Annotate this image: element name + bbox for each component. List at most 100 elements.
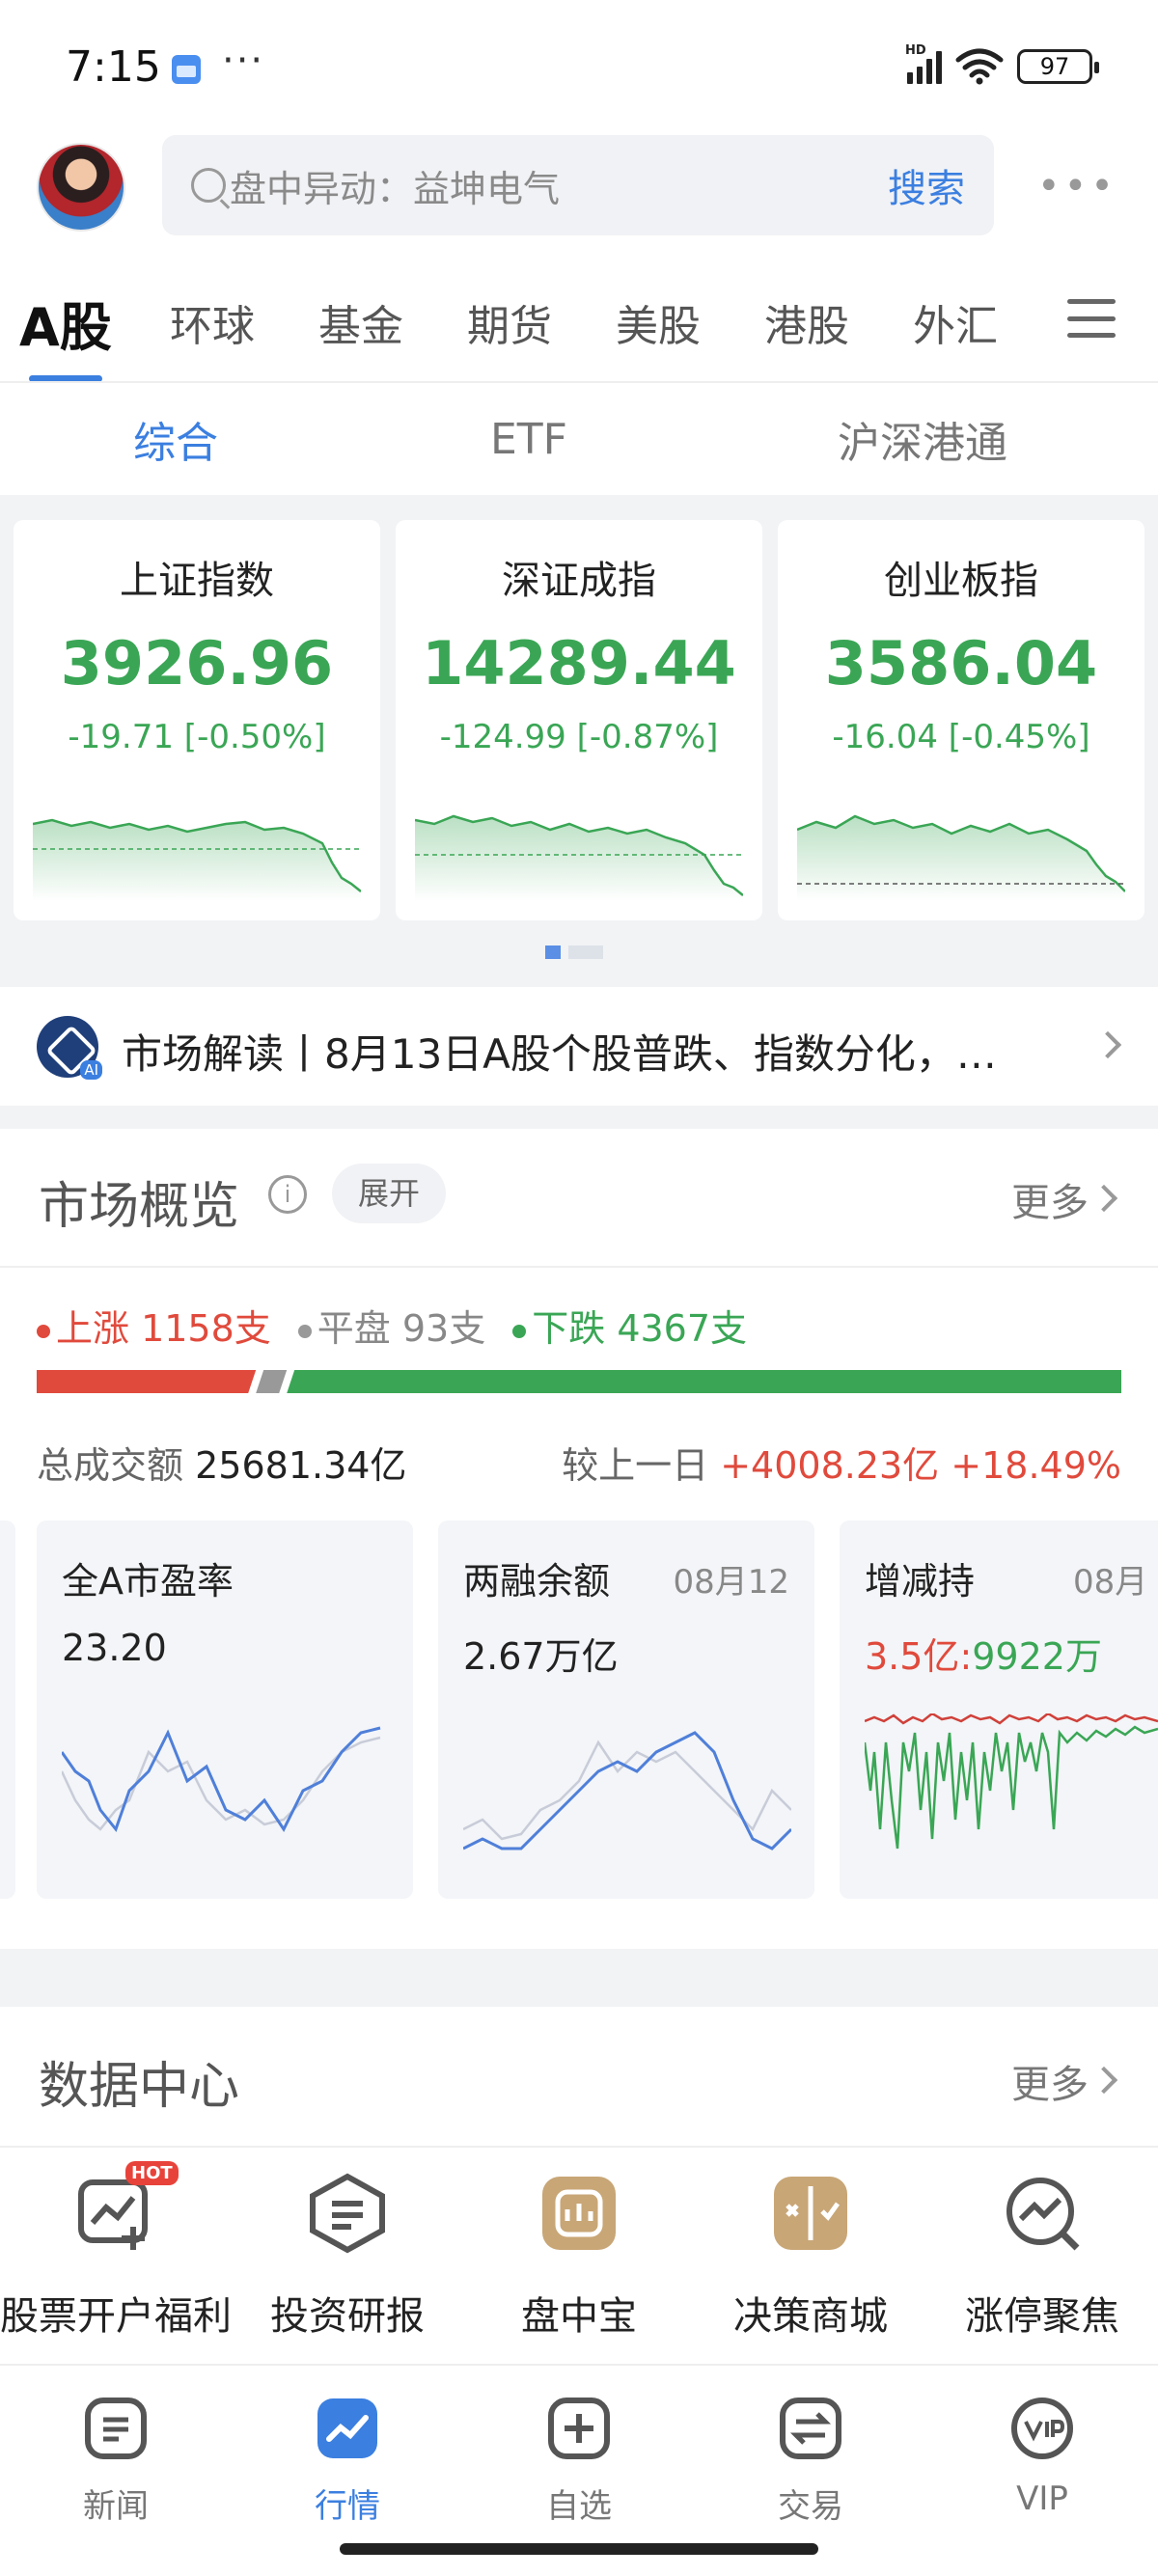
- nav-label: 新闻: [83, 2487, 149, 2526]
- shortcut-limit-up-focus[interactable]: 涨停聚焦: [926, 2173, 1158, 2341]
- index-name: 创业板指: [884, 559, 1038, 603]
- metric-date: 08月: [1073, 1563, 1148, 1602]
- index-sparkline: [33, 818, 361, 901]
- search-placeholder: 盘中异动：益坤电气: [230, 167, 561, 210]
- index-card-chinext[interactable]: 创业板指 3586.04 -16.04 [-0.45%]: [778, 520, 1144, 920]
- pe-trend-chart: [62, 1726, 381, 1833]
- metric-card-partial: [0, 1521, 15, 1899]
- tab-futures[interactable]: 期货: [467, 291, 552, 353]
- more-link[interactable]: 更多: [1011, 2053, 1089, 2109]
- status-time: 7:15: [66, 42, 161, 92]
- decliners-count: 下跌 4367支: [512, 1299, 747, 1352]
- chevron-right-icon: [1089, 1184, 1118, 1213]
- limit-up-icon: [1006, 2178, 1080, 2251]
- breadth-bar-up: [37, 1370, 257, 1393]
- turnover-value: 25681.34亿: [195, 1444, 407, 1487]
- expand-button[interactable]: 展开: [332, 1164, 446, 1223]
- market-overview: 市场概览 i 展开 更多 上涨 1158支 平盘 93支 下跌 4367支 总成…: [0, 1129, 1158, 1949]
- metric-title: 两融余额: [463, 1560, 611, 1603]
- tab-us-stocks[interactable]: 美股: [616, 291, 701, 353]
- wifi-icon: [955, 48, 1004, 85]
- index-sparkline: [797, 814, 1125, 901]
- breadth-bar: [37, 1370, 1121, 1393]
- shortcut-label: 投资研报: [270, 2294, 425, 2339]
- index-name: 深证成指: [502, 559, 656, 603]
- sub-tabs: 综合 ETF 沪深港通: [0, 381, 1158, 495]
- shortcut-label: 股票开户福利: [0, 2294, 232, 2339]
- shortcut-research-reports[interactable]: 投资研报: [232, 2173, 463, 2341]
- index-cards: 上证指数 3926.96 -19.71 [-0.50%] 深证成指 14289.…: [0, 495, 1158, 987]
- compare-value: +4008.23亿 +18.49%: [720, 1444, 1121, 1487]
- shortcut-label: 决策商城: [733, 2294, 888, 2339]
- tab-hk-stocks[interactable]: 港股: [764, 291, 849, 353]
- nav-label: 自选: [546, 2487, 612, 2526]
- more-options-icon[interactable]: •••: [1037, 164, 1117, 208]
- nav-news[interactable]: 新闻: [0, 2366, 232, 2576]
- index-name: 上证指数: [120, 559, 274, 603]
- status-indicators: HD 97: [905, 43, 1099, 85]
- vip-icon: [1011, 2398, 1073, 2459]
- index-value: 3586.04: [824, 628, 1098, 699]
- metric-value: 3.5亿:9922万: [865, 1635, 1102, 1678]
- treasure-icon: [542, 2177, 616, 2250]
- tab-global[interactable]: 环球: [170, 291, 255, 353]
- holdings-trend-chart: [865, 1713, 1158, 1850]
- divider: [0, 2146, 1158, 2148]
- market-tabs: A股 环球 基金 期货 美股 港股 外汇: [0, 270, 1158, 382]
- index-value: 3926.96: [60, 628, 334, 699]
- hd-indicator: HD: [905, 43, 926, 58]
- metric-title: 增减持: [865, 1560, 976, 1603]
- data-center: 数据中心 更多 HOT 股票开户福利 投资研报 盘中宝 决策商城 涨停聚焦: [0, 2007, 1158, 2364]
- market-breadth: 上涨 1158支 平盘 93支 下跌 4367支: [37, 1299, 747, 1352]
- carousel-pager: [545, 945, 603, 959]
- nav-label: VIP: [1016, 2480, 1068, 2518]
- status-more-icon: ···: [222, 39, 265, 83]
- shortcut-account-benefits[interactable]: HOT 股票开户福利: [0, 2161, 232, 2341]
- subtab-etf[interactable]: ETF: [490, 415, 567, 464]
- battery-icon: 97: [1017, 49, 1099, 84]
- market-icon: [317, 2398, 377, 2458]
- search-icon: [191, 168, 226, 203]
- shortcut-decision-mall[interactable]: 决策商城: [695, 2173, 926, 2341]
- subtab-connect[interactable]: 沪深港通: [838, 408, 1007, 470]
- shortcut-label: 盘中宝: [521, 2294, 637, 2339]
- search-button[interactable]: 搜索: [888, 157, 994, 213]
- index-change: -16.04 [-0.45%]: [832, 718, 1090, 756]
- tab-funds[interactable]: 基金: [318, 291, 403, 353]
- metric-value: 23.20: [62, 1627, 167, 1669]
- search-bar[interactable]: 盘中异动：益坤电气 搜索: [162, 135, 994, 235]
- chevron-right-icon: [1093, 1030, 1122, 1059]
- shortcut-intraday-treasure[interactable]: 盘中宝: [463, 2173, 695, 2341]
- trade-icon: [780, 2398, 841, 2459]
- nav-vip[interactable]: VIP: [926, 2366, 1158, 2576]
- menu-icon[interactable]: [1067, 299, 1116, 338]
- turnover: 总成交额 25681.34亿: [37, 1444, 407, 1487]
- tab-forex[interactable]: 外汇: [913, 291, 998, 353]
- decision-icon: [774, 2177, 847, 2250]
- metric-card-margin[interactable]: 两融余额 08月12 2.67万亿: [438, 1521, 814, 1899]
- breadth-bar-down: [287, 1370, 1121, 1393]
- news-headline: 市场解读丨8月13日A股个股普跌、指数分化，…: [122, 1030, 997, 1078]
- info-icon[interactable]: i: [268, 1175, 307, 1214]
- nav-label: 交易: [778, 2487, 843, 2526]
- subtab-overview[interactable]: 综合: [133, 408, 218, 470]
- index-value: 14289.44: [422, 628, 736, 699]
- app-header: 盘中异动：益坤电气 搜索 ••• A股 环球 基金 期货 美股 港股 外汇: [0, 135, 1158, 382]
- divider: [0, 1266, 1158, 1268]
- metric-card-pe[interactable]: 全A市盈率 23.20: [37, 1521, 413, 1899]
- index-card-shenzhen[interactable]: 深证成指 14289.44 -124.99 [-0.87%]: [396, 520, 762, 920]
- unchanged-count: 平盘 93支: [297, 1299, 485, 1352]
- market-news-banner[interactable]: 市场解读丨8月13日A股个股普跌、指数分化，…: [0, 987, 1158, 1106]
- home-indicator: [340, 2543, 818, 2555]
- index-card-shanghai[interactable]: 上证指数 3926.96 -19.71 [-0.50%]: [14, 520, 380, 920]
- tab-a-shares[interactable]: A股: [19, 285, 112, 382]
- news-icon: [85, 2398, 147, 2459]
- index-change: -19.71 [-0.50%]: [68, 718, 326, 756]
- metric-card-holdings[interactable]: 增减持 08月 3.5亿:9922万: [840, 1521, 1158, 1899]
- metric-title: 全A市盈率: [62, 1560, 234, 1603]
- shortcut-grid: HOT 股票开户福利 投资研报 盘中宝 决策商城 涨停聚焦: [0, 2161, 1158, 2341]
- more-link[interactable]: 更多: [1011, 1171, 1089, 1227]
- user-avatar[interactable]: [37, 143, 125, 232]
- section-title: 市场概览: [39, 1178, 240, 1236]
- report-icon: [310, 2173, 385, 2254]
